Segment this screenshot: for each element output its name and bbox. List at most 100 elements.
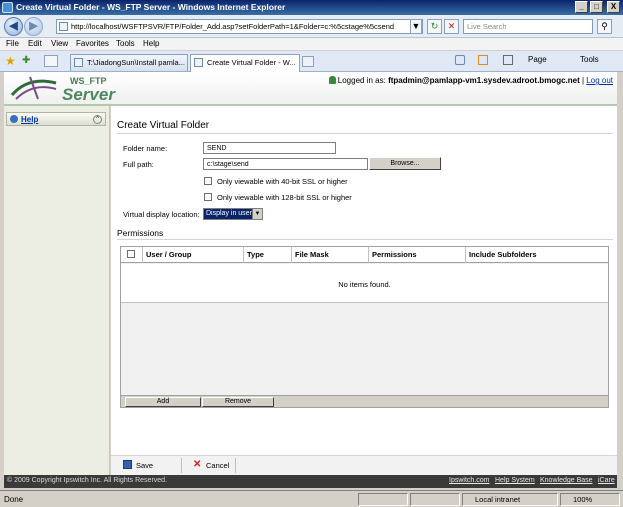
column-file-mask[interactable]: File Mask (292, 247, 369, 263)
minimize-button[interactable]: _ (575, 1, 588, 13)
print-icon[interactable] (503, 55, 513, 65)
ws-ftp-logo: WS_FTP Server (10, 75, 120, 104)
forward-button[interactable]: ▶ (24, 17, 43, 36)
tab-bar: ★ ✚ T:\JiadongSun\Install pamla... Creat… (0, 51, 623, 72)
logged-in-label: Logged in as: (337, 76, 386, 85)
add-favorite-icon[interactable]: ✚ (22, 55, 30, 66)
ssl-40-label: Only viewable with 40-bit SSL or higher (217, 177, 348, 186)
status-cell (358, 493, 408, 506)
folder-name-input[interactable] (203, 142, 336, 154)
menu-tools[interactable]: Tools (116, 39, 135, 48)
save-icon (123, 460, 132, 469)
logout-link[interactable]: Log out (586, 76, 613, 85)
ssl-128-label: Only viewable with 128-bit SSL or higher (217, 193, 352, 202)
remove-button[interactable]: Remove (202, 397, 274, 407)
tab-create-virtual-folder[interactable]: Create Virtual Folder - W... (190, 54, 300, 72)
help-panel-header[interactable]: Help ^ (6, 112, 106, 126)
icare-link[interactable]: iCare (598, 477, 615, 484)
address-dropdown-button[interactable]: ▼ (410, 19, 422, 34)
save-label: Save (136, 461, 154, 470)
menu-bar: File Edit View Favorites Tools Help (0, 38, 623, 51)
refresh-button[interactable]: ↻ (427, 19, 442, 34)
ie-icon (2, 2, 13, 13)
column-type[interactable]: Type (244, 247, 292, 263)
copyright: © 2009 Copyright Ipswitch Inc. All Right… (7, 477, 168, 484)
close-window-button[interactable]: X (607, 1, 620, 13)
page-title: Create Virtual Folder (117, 120, 210, 131)
logged-in-user: ftpadmin@pamlapp-vm1.sysdev.adroot.bmogc… (388, 76, 580, 85)
action-bar: Save ✕ Cancel (111, 455, 617, 475)
permissions-title: Permissions (117, 228, 164, 238)
separator: | (581, 76, 585, 85)
app-footer: © 2009 Copyright Ipswitch Inc. All Right… (4, 475, 617, 488)
display-location-value: Display in user (206, 210, 252, 217)
feeds-icon[interactable] (478, 55, 488, 65)
left-sidebar: Help ^ (4, 106, 110, 475)
address-input[interactable]: http://localhost/WSFTPSVR/FTP/Folder_Add… (56, 19, 423, 34)
grid-body: No items found. (121, 264, 608, 303)
user-icon (328, 76, 336, 84)
divider (181, 458, 182, 473)
chevron-down-icon: ▼ (252, 209, 262, 219)
tab-install[interactable]: T:\JiadongSun\Install pamla... (70, 54, 188, 71)
page-icon (74, 58, 83, 67)
zone-text: Local intranet (475, 495, 521, 504)
column-user-group[interactable]: User / Group (143, 247, 244, 263)
address-toolbar: ◀ ▶ http://localhost/WSFTPSVR/FTP/Folder… (0, 15, 623, 38)
grid-header: User / Group Type File Mask Permissions … (121, 247, 608, 263)
quick-tabs-icon[interactable] (44, 55, 58, 67)
empty-message: No items found. (338, 280, 391, 289)
main-content: Create Virtual Folder Folder name: Full … (111, 106, 617, 475)
browse-button[interactable]: Browse... (369, 157, 441, 170)
column-include-subfolders[interactable]: Include Subfolders (466, 247, 608, 263)
full-path-label: Full path: (123, 160, 154, 169)
permissions-grid: User / Group Type File Mask Permissions … (120, 246, 609, 396)
menu-file[interactable]: File (6, 39, 19, 48)
zoom-text: 100% (573, 495, 593, 504)
favorites-star-icon[interactable]: ★ (5, 54, 16, 68)
page-menu[interactable]: Page (528, 55, 547, 64)
menu-edit[interactable]: Edit (28, 39, 42, 48)
logged-in-info: Logged in as: ftpadmin@pamlapp-vm1.sysde… (328, 76, 613, 85)
help-link[interactable]: Help (21, 115, 38, 124)
tab-label: T:\JiadongSun\Install pamla... (87, 58, 185, 67)
full-path-input[interactable] (203, 158, 368, 170)
tools-menu[interactable]: Tools (580, 55, 599, 64)
cancel-icon: ✕ (193, 459, 202, 470)
ipswitch-link[interactable]: Ipswitch.com (449, 477, 489, 484)
menu-help[interactable]: Help (143, 39, 159, 48)
knowledge-base-link[interactable]: Knowledge Base (540, 477, 593, 484)
maximize-button[interactable]: □ (590, 1, 603, 13)
window-title: Create Virtual Folder - WS_FTP Server - … (16, 2, 286, 12)
zone-indicator: Local intranet (462, 493, 558, 506)
logo-text-bottom: Server (62, 85, 115, 104)
permissions-divider (117, 239, 613, 240)
collapse-icon[interactable]: ^ (93, 115, 102, 124)
new-tab-button[interactable] (302, 56, 314, 67)
help-system-link[interactable]: Help System (495, 477, 535, 484)
ssl-128-checkbox[interactable] (204, 193, 212, 201)
page-icon (59, 22, 68, 31)
divider (235, 458, 236, 473)
display-location-label: Virtual display location: (123, 210, 200, 219)
address-text: http://localhost/WSFTPSVR/FTP/Folder_Add… (71, 22, 395, 31)
search-input[interactable]: Live Search (463, 19, 593, 34)
stop-button[interactable]: ✕ (444, 19, 459, 34)
back-button[interactable]: ◀ (4, 17, 23, 36)
display-location-select[interactable]: Display in user ▼ (203, 208, 263, 220)
select-all-checkbox[interactable] (127, 250, 135, 258)
grid-footer: Add Remove (120, 396, 609, 408)
search-go-button[interactable]: ⚲ (597, 19, 612, 34)
page-icon (194, 58, 203, 67)
ssl-40-checkbox[interactable] (204, 177, 212, 185)
add-button[interactable]: Add (125, 397, 201, 407)
cancel-label: Cancel (206, 461, 230, 470)
menu-view[interactable]: View (51, 39, 68, 48)
home-icon[interactable] (455, 55, 465, 65)
zoom-control[interactable]: 100% (560, 493, 620, 506)
column-permissions[interactable]: Permissions (369, 247, 466, 263)
app-header: WS_FTP Server Logged in as: ftpadmin@pam… (4, 72, 617, 106)
logo-swoosh-icon (10, 76, 57, 100)
window-title-bar: Create Virtual Folder - WS_FTP Server - … (0, 0, 623, 15)
menu-favorites[interactable]: Favorites (76, 39, 109, 48)
